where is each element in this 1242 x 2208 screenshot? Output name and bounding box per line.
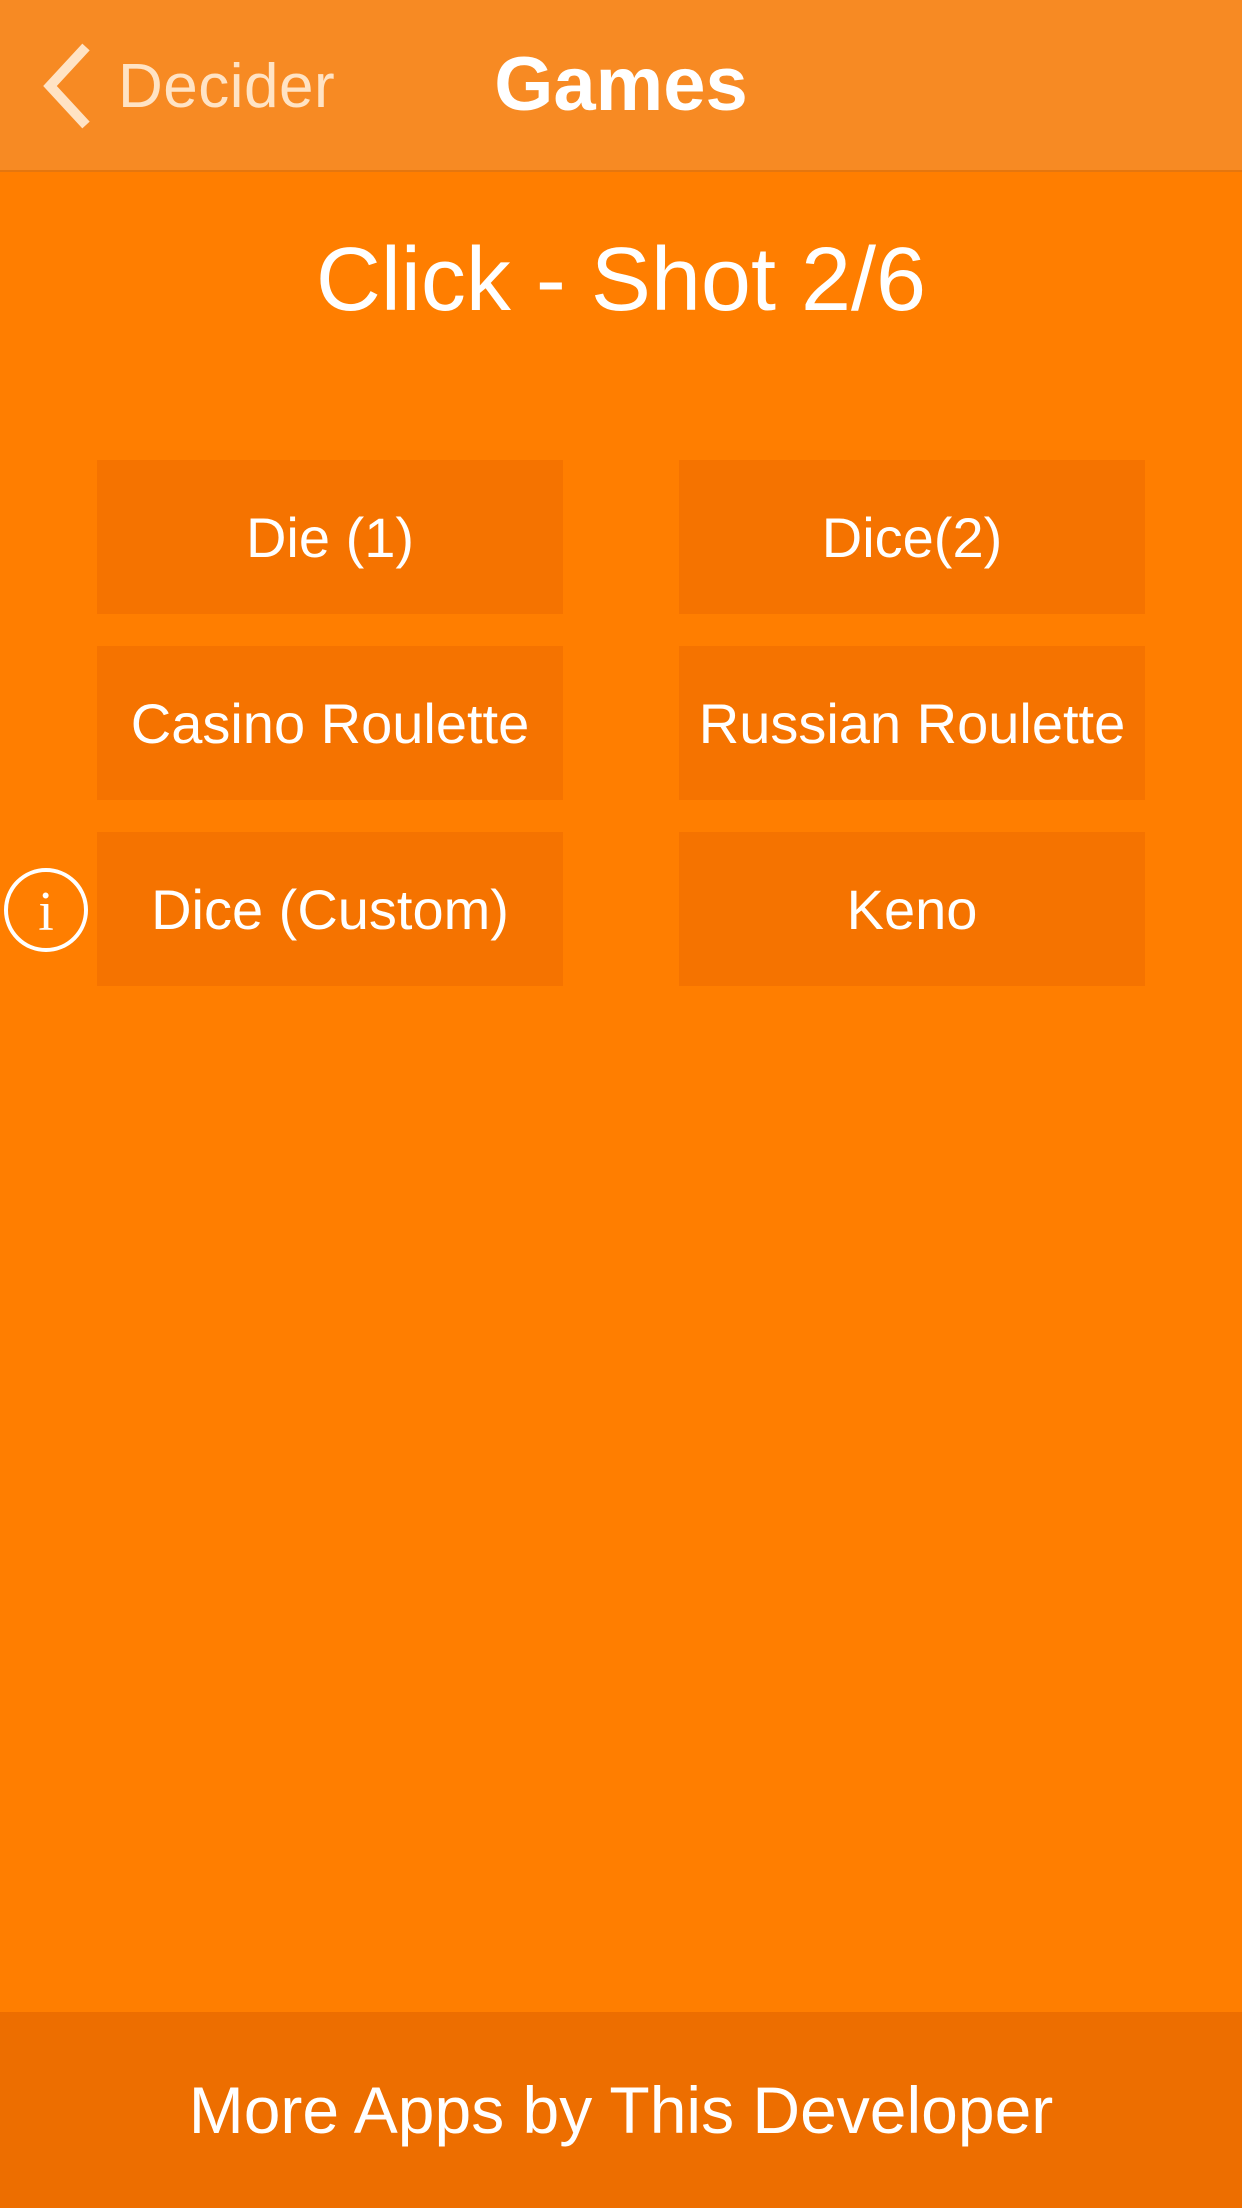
info-glyph: i — [38, 881, 54, 943]
navigation-bar: Decider Games — [0, 0, 1242, 172]
dice-2-button[interactable]: Dice(2) — [679, 460, 1145, 614]
page-heading: Click - Shot 2/6 — [315, 230, 927, 330]
casino-roulette-button[interactable]: Casino Roulette — [97, 646, 563, 800]
info-button[interactable]: i — [2, 866, 90, 954]
dice-custom-button[interactable]: Dice (Custom) — [97, 832, 563, 986]
games-screen: Decider Games Click - Shot 2/6 Die (1) D… — [0, 0, 1242, 2208]
info-icon: i — [4, 868, 88, 952]
russian-roulette-button[interactable]: Russian Roulette — [679, 646, 1145, 800]
keno-button[interactable]: Keno — [679, 832, 1145, 986]
page-title: Games — [494, 42, 748, 127]
more-apps-label: More Apps by This Developer — [188, 2073, 1054, 2147]
die-1-button[interactable]: Die (1) — [97, 460, 563, 614]
more-apps-button[interactable]: More Apps by This Developer — [0, 2012, 1242, 2208]
